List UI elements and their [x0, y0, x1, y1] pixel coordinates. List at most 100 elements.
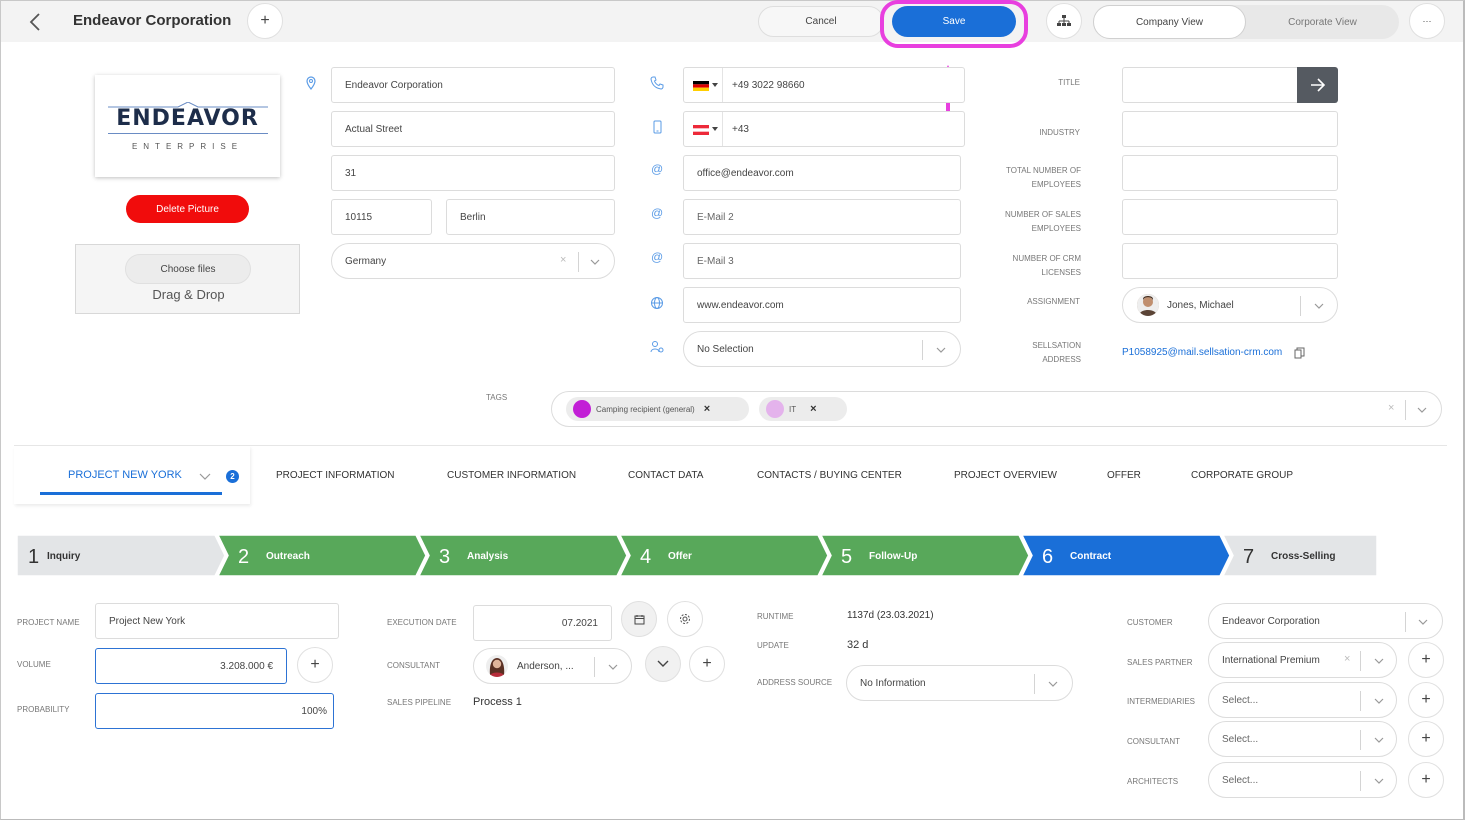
logo-divider: [107, 132, 268, 134]
remove-tag-icon[interactable]: ×: [704, 403, 710, 415]
cancel-button[interactable]: Cancel: [758, 6, 884, 37]
tab-customer-information[interactable]: CUSTOMER INFORMATION: [447, 470, 576, 481]
add-architect-button[interactable]: +: [1408, 762, 1444, 798]
germany-flag-icon[interactable]: [693, 81, 709, 91]
website-input[interactable]: www.endeavor.com: [683, 287, 961, 323]
active-tab-indicator: [40, 492, 222, 495]
more-options-button[interactable]: ···: [1409, 3, 1445, 39]
austria-flag-icon[interactable]: [693, 125, 709, 135]
add-volume-button[interactable]: +: [297, 647, 333, 683]
add-intermediary-button[interactable]: +: [1408, 682, 1444, 718]
pipeline-stage-offer[interactable]: [619, 535, 829, 576]
total-employees-label: TOTAL NUMBER OF EMPLOYEES: [1006, 166, 1081, 189]
chevron-down-icon: [1048, 681, 1058, 687]
project-name-input[interactable]: Project New York: [95, 603, 339, 639]
crm-licenses-label: NUMBER OF CRM LICENSES: [1012, 254, 1081, 277]
assignment-dropdown[interactable]: Jones, Michael: [1122, 287, 1338, 323]
consultant2-dropdown[interactable]: Select...: [1208, 721, 1397, 757]
company-view-tab[interactable]: Company View: [1093, 5, 1246, 39]
pipeline-stage-follow-up[interactable]: [820, 535, 1030, 576]
consultant-label: CONSULTANT: [387, 661, 441, 670]
chevron-down-icon[interactable]: [199, 471, 211, 481]
remove-tag-icon[interactable]: ×: [810, 403, 816, 415]
caret-down-icon: [712, 83, 718, 87]
consultant-dropdown[interactable]: Anderson, ...: [473, 648, 632, 684]
email3-input[interactable]: E-Mail 3: [683, 243, 961, 279]
tab-project-overview[interactable]: PROJECT OVERVIEW: [954, 470, 1057, 481]
avatar: [486, 655, 508, 677]
address-source-dropdown[interactable]: No Information: [846, 665, 1073, 701]
back-button[interactable]: [23, 10, 47, 34]
intermediaries-label: INTERMEDIARIES: [1127, 697, 1196, 706]
at-sign-icon: @: [651, 206, 664, 220]
pipeline-stage-analysis[interactable]: [418, 535, 628, 576]
pipeline-stage-outreach[interactable]: [217, 535, 427, 576]
add-consultant-button[interactable]: +: [689, 646, 725, 682]
tab-contact-data[interactable]: CONTACT DATA: [628, 470, 703, 481]
architects-dropdown[interactable]: Select...: [1208, 762, 1397, 798]
volume-label: VOLUME: [17, 660, 51, 669]
house-number-input[interactable]: 31: [331, 155, 615, 191]
title-input[interactable]: [1122, 67, 1298, 103]
phone-input[interactable]: +49 3022 98660: [683, 67, 965, 103]
location-pin-icon: [306, 76, 316, 90]
add-sales-partner-button[interactable]: +: [1408, 642, 1444, 678]
zip-input[interactable]: 10115: [331, 199, 432, 235]
company-name-input[interactable]: Endeavor Corporation: [331, 67, 615, 103]
choose-files-button[interactable]: Choose files: [125, 254, 251, 284]
street-input[interactable]: Actual Street: [331, 111, 615, 147]
volume-input[interactable]: 3.208.000 €: [95, 648, 287, 684]
chevron-down-icon: [1374, 778, 1384, 784]
country-select[interactable]: Germany ×: [331, 243, 615, 279]
selection-dropdown[interactable]: No Selection: [683, 331, 961, 367]
tab-project-label[interactable]: PROJECT NEW YORK: [68, 469, 182, 481]
copy-icon[interactable]: [1294, 347, 1305, 359]
intermediaries-dropdown[interactable]: Select...: [1208, 682, 1397, 718]
pipeline-stage-contract[interactable]: [1021, 535, 1231, 576]
email1-input[interactable]: office@endeavor.com: [683, 155, 961, 191]
settings-button[interactable]: [667, 601, 703, 637]
title-submit-button[interactable]: [1297, 67, 1338, 103]
tab-offer[interactable]: OFFER: [1107, 470, 1141, 481]
tab-corporate-group[interactable]: CORPORATE GROUP: [1191, 470, 1293, 481]
address-source-label: ADDRESS SOURCE: [757, 678, 833, 687]
corporate-view-tab[interactable]: Corporate View: [1246, 5, 1399, 39]
expand-consultant-button[interactable]: [645, 646, 681, 682]
calendar-button[interactable]: [621, 601, 657, 637]
arrow-right-icon: [1310, 78, 1325, 92]
delete-picture-button[interactable]: Delete Picture: [126, 195, 249, 223]
industry-input[interactable]: [1122, 111, 1338, 147]
chevron-down-icon: [1374, 698, 1384, 704]
city-input[interactable]: Berlin: [446, 199, 615, 235]
sales-partner-dropdown[interactable]: International Premium ×: [1208, 642, 1397, 678]
clear-icon[interactable]: ×: [1344, 653, 1350, 665]
project-name-label: PROJECT NAME: [17, 618, 80, 627]
tab-project-information[interactable]: PROJECT INFORMATION: [276, 470, 395, 481]
pipeline-stage-label: Outreach: [266, 551, 310, 562]
file-drop-zone[interactable]: Choose files Drag & Drop: [75, 244, 300, 314]
update-label: UPDATE: [757, 641, 789, 650]
clear-icon[interactable]: ×: [560, 254, 566, 266]
contact-group-icon: [650, 341, 664, 353]
email2-input[interactable]: E-Mail 2: [683, 199, 961, 235]
pipeline-stage-number: 6: [1042, 546, 1053, 568]
chevron-left-icon: [29, 13, 40, 31]
execution-date-input[interactable]: 07.2021: [473, 605, 612, 641]
total-employees-input[interactable]: [1122, 155, 1338, 191]
crm-licenses-input[interactable]: [1122, 243, 1338, 279]
architects-label: ARCHITECTS: [1127, 777, 1179, 786]
add-button[interactable]: +: [247, 3, 283, 39]
tags-input[interactable]: Camping recipient (general) × IT × ×: [551, 391, 1442, 427]
clear-icon[interactable]: ×: [1388, 402, 1394, 414]
tab-contacts-buying-center[interactable]: CONTACTS / BUYING CENTER: [757, 470, 902, 481]
org-chart-button[interactable]: [1046, 3, 1082, 39]
probability-input[interactable]: 100%: [95, 693, 334, 729]
chevron-down-icon: [1417, 407, 1427, 413]
add-consultant2-button[interactable]: +: [1408, 721, 1444, 757]
sellsation-email-link[interactable]: P1058925@mail.sellsation-crm.com: [1122, 347, 1282, 358]
mobile-input[interactable]: +43: [683, 111, 965, 147]
customer-dropdown[interactable]: Endeavor Corporation: [1208, 603, 1443, 639]
sales-employees-input[interactable]: [1122, 199, 1338, 235]
pipeline-stage-label: Contract: [1070, 551, 1112, 562]
execution-date-label: EXECUTION DATE: [387, 618, 457, 627]
